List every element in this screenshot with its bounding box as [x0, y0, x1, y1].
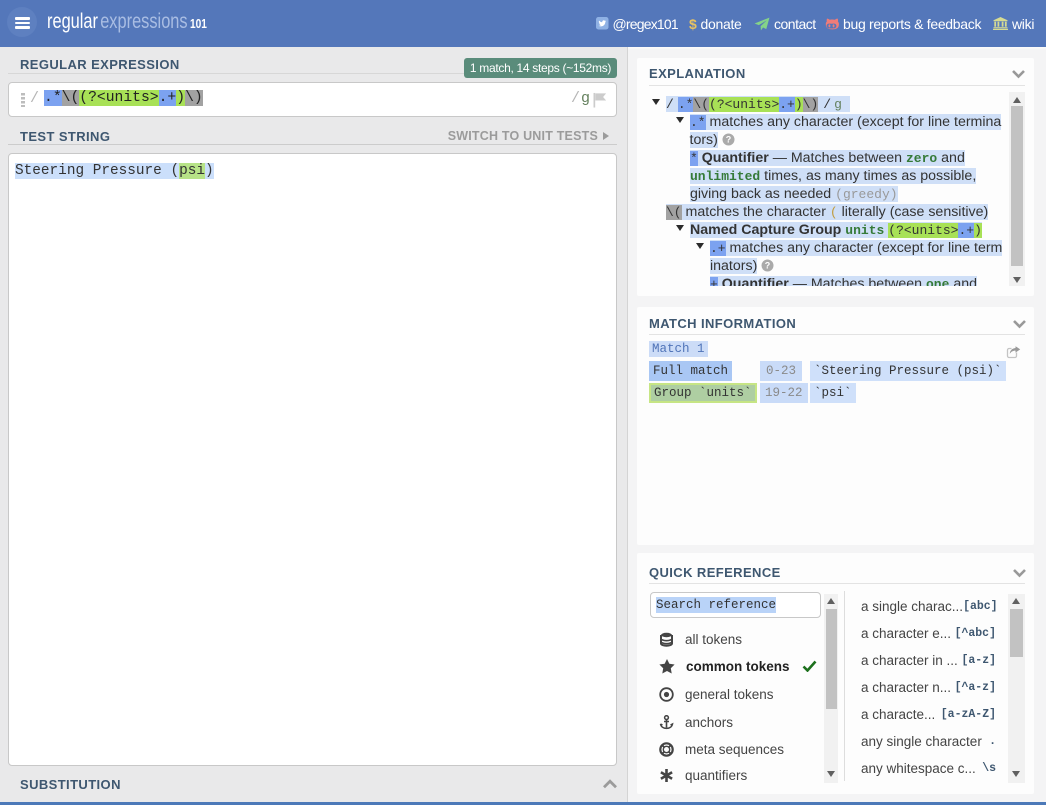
svg-text:?: ? — [726, 135, 732, 145]
svg-text:?: ? — [765, 261, 771, 271]
